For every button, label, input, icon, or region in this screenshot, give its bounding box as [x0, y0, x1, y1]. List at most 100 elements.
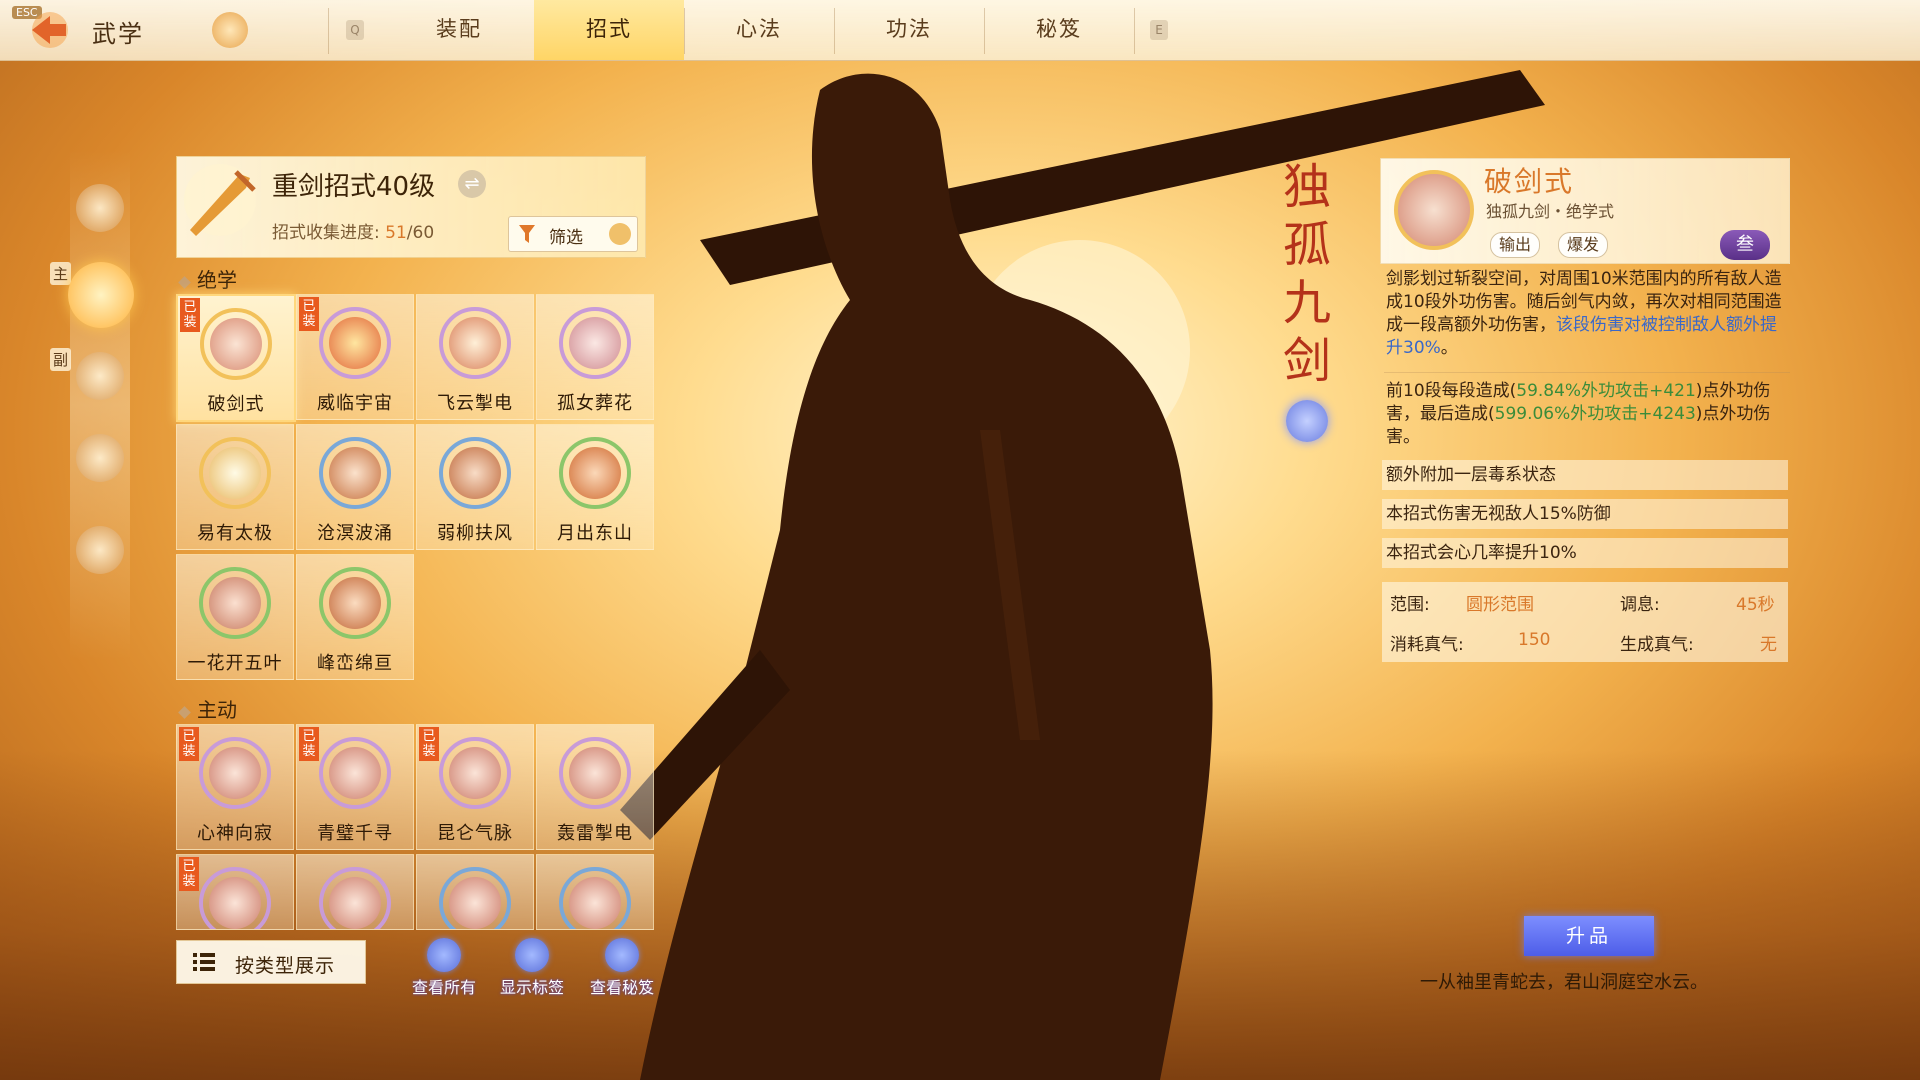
skill-card[interactable]	[536, 854, 654, 930]
show-tags-label: 显示标签	[499, 978, 564, 997]
rail-item-heavy-sword-icon[interactable]	[68, 262, 134, 328]
collection-progress: 招式收集进度: 51/60	[272, 218, 434, 243]
view-all-button[interactable]: 查看所有	[404, 938, 484, 998]
skill-name: 心神向寂	[197, 823, 273, 844]
filter-label: 筛选	[549, 228, 583, 248]
skill-rank-badge: 叁	[1720, 230, 1770, 260]
damage-formula: 前10段每段造成(59.84%外功攻击+421)点外功伤害，最后造成(599.0…	[1386, 380, 1788, 449]
tab-moves[interactable]: 招式	[534, 0, 684, 60]
skill-card[interactable]: 已装 威临宇宙	[296, 294, 414, 420]
dmg-value: 599.06%外功攻击+4243	[1494, 404, 1696, 424]
rail-item-sword-icon[interactable]	[76, 352, 124, 400]
dmg-value: 59.84%外功攻击+421	[1516, 381, 1696, 401]
diamond-icon	[178, 706, 191, 719]
skill-icon	[559, 867, 631, 929]
rail-item-umbrella-icon[interactable]	[76, 526, 124, 574]
skill-icon	[200, 308, 272, 380]
rail-item-spear-icon[interactable]	[76, 434, 124, 482]
skill-icon	[319, 437, 391, 509]
diamond-icon	[178, 276, 191, 289]
q-key-hint: Q	[346, 20, 364, 40]
skill-name: 一花开五叶	[187, 653, 283, 674]
skill-name: 昆仑气脉	[437, 823, 513, 844]
show-tags-button[interactable]: 显示标签	[492, 938, 572, 998]
book-icon	[605, 938, 639, 972]
cooldown-label: 调息:	[1620, 595, 1660, 615]
equipped-badge: 已装	[419, 727, 439, 761]
title-char: 独	[1282, 159, 1331, 215]
tab-equip[interactable]: 装配	[384, 0, 534, 60]
view-manual-button[interactable]: 查看秘笈	[582, 938, 662, 998]
equipped-badge: 已装	[299, 297, 319, 331]
divider	[328, 8, 329, 54]
range-value: 圆形范围	[1466, 595, 1534, 615]
swap-icon[interactable]: ⇌	[458, 170, 486, 198]
skill-card[interactable]: 一花开五叶	[176, 554, 294, 680]
filter-button[interactable]: 筛选	[508, 216, 638, 252]
section-active: 主动	[178, 694, 237, 723]
display-mode-label: 按类型展示	[235, 955, 336, 977]
funnel-icon	[427, 938, 461, 972]
weapon-moves-title: 重剑招式40级	[272, 172, 436, 202]
section-ultimate-label: 绝学	[197, 268, 237, 292]
effect-line: 额外附加一层毒系状态	[1382, 460, 1788, 490]
skill-detail-name: 破剑式	[1484, 165, 1575, 198]
skill-icon	[559, 437, 631, 509]
skill-icon	[199, 567, 271, 639]
book-icon[interactable]	[1286, 400, 1328, 442]
skill-name: 弱柳扶风	[437, 523, 513, 544]
skill-card[interactable]: 弱柳扶风	[416, 424, 534, 550]
skill-card[interactable]: 易有太极	[176, 424, 294, 550]
display-by-type-button[interactable]: 按类型展示	[176, 940, 366, 984]
skill-card[interactable]: 飞云掣电	[416, 294, 534, 420]
skill-card[interactable]: 已装	[176, 854, 294, 930]
skill-icon	[439, 737, 511, 809]
skill-card[interactable]: 沧溟波涌	[296, 424, 414, 550]
skill-card-pojianshi[interactable]: 已装 破剑式	[176, 294, 296, 422]
skill-name: 威临宇宙	[317, 393, 393, 414]
home-icon[interactable]	[212, 12, 248, 48]
skill-card[interactable]: 已装 青璧千寻	[296, 724, 414, 850]
skill-card[interactable]	[296, 854, 414, 930]
skill-name: 峰峦绵亘	[317, 653, 393, 674]
skill-card[interactable]: 已装 昆仑气脉	[416, 724, 534, 850]
skill-icon	[319, 737, 391, 809]
skill-description: 剑影划过斩裂空间，对周围10米范围内的所有敌人造成10段外功伤害。随后剑气内敛，…	[1386, 268, 1788, 360]
desc-end: 。	[1440, 338, 1458, 358]
title-char: 剑	[1282, 333, 1331, 389]
eye-icon	[515, 938, 549, 972]
gen-value: 无	[1760, 635, 1777, 655]
skill-card[interactable]: 已装 心神向寂	[176, 724, 294, 850]
title-char: 孤	[1282, 217, 1331, 273]
back-arrow-icon[interactable]	[26, 10, 70, 50]
skill-name: 轰雷掣电	[557, 823, 633, 844]
skill-icon	[439, 307, 511, 379]
equipped-badge: 已装	[180, 298, 200, 332]
view-all-label: 查看所有	[411, 978, 476, 997]
tab-manual[interactable]: 秘笈	[984, 0, 1134, 60]
tab-mind[interactable]: 心法	[684, 0, 834, 60]
chevron-down-icon	[609, 223, 631, 245]
selected-skill-icon	[1394, 170, 1474, 250]
skill-card[interactable]	[416, 854, 534, 930]
progress-current: 51	[385, 223, 407, 243]
tab-skills[interactable]: 功法	[834, 0, 984, 60]
effect-line: 本招式会心几率提升10%	[1382, 538, 1788, 568]
skill-card[interactable]: 轰雷掣电	[536, 724, 654, 850]
divider	[1134, 8, 1135, 54]
skill-quote: 一从袖里青蛇去，君山洞庭空水云。	[1420, 972, 1708, 993]
section-active-label: 主动	[197, 698, 237, 722]
rail-item-fan-icon[interactable]	[76, 184, 124, 232]
list-icon	[193, 953, 215, 971]
skill-name: 沧溟波涌	[317, 523, 393, 544]
skill-card[interactable]: 孤女葬花	[536, 294, 654, 420]
skill-card[interactable]: 峰峦绵亘	[296, 554, 414, 680]
progress-label: 招式收集进度:	[272, 223, 386, 243]
range-label: 范围:	[1390, 595, 1430, 615]
dmg-text: 前10段每段造成(	[1386, 381, 1517, 401]
tag-burst: 爆发	[1558, 232, 1609, 258]
skill-icon	[199, 867, 271, 929]
upgrade-button[interactable]: 升品	[1524, 916, 1654, 956]
skill-card[interactable]: 月出东山	[536, 424, 654, 550]
skill-name: 破剑式	[207, 394, 265, 415]
